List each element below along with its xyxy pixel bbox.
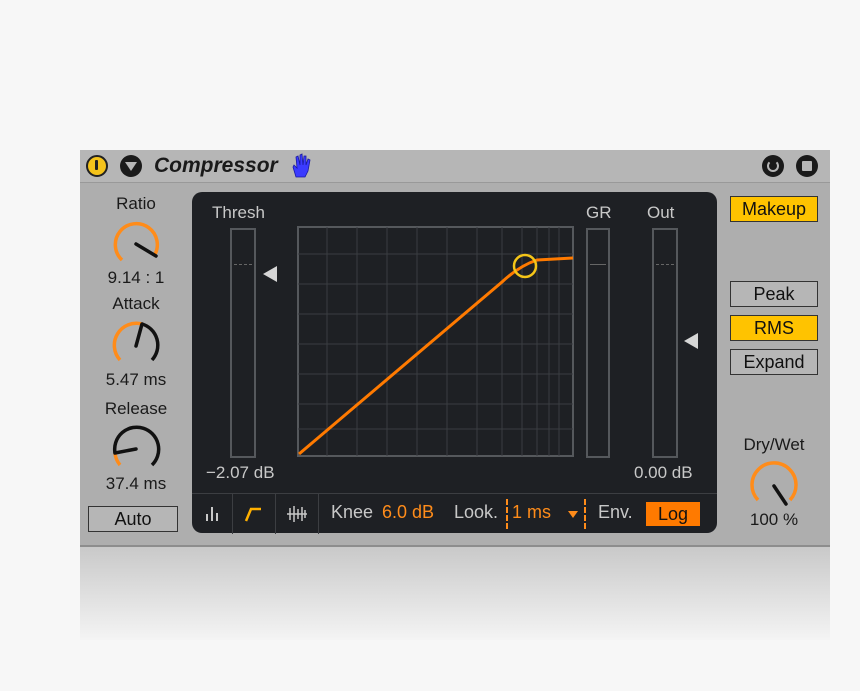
lookahead-dropdown[interactable]: 1 ms: [506, 499, 586, 529]
envelope-log-button[interactable]: Log: [646, 502, 700, 526]
lookahead-value: 1 ms: [512, 502, 552, 522]
ratio-label: Ratio: [116, 194, 156, 213]
hand-icon: [292, 153, 311, 178]
chevron-down-icon: [568, 511, 578, 518]
display-bottom-bar: Knee 6.0 dB Look. 1 ms Env. Log: [192, 493, 717, 534]
drywet-value: 100 %: [749, 510, 799, 529]
device-shadow: [80, 545, 830, 640]
transfer-curve-graph[interactable]: [297, 226, 577, 458]
expand-button[interactable]: Expand: [730, 349, 818, 375]
lookahead-label: Look.: [454, 502, 499, 522]
hotswap-icon[interactable]: [762, 155, 784, 177]
makeup-button[interactable]: Makeup: [730, 196, 818, 222]
compressor-device: Compressor Ratio 9.14 : 1 Attack 5.47 ms…: [80, 150, 830, 547]
output-gain-slider-handle[interactable]: [684, 333, 698, 349]
attack-knob[interactable]: [106, 316, 166, 368]
transfer-curve-icon[interactable]: [233, 494, 276, 534]
gr-label: GR: [586, 203, 612, 222]
device-titlebar: Compressor: [80, 150, 830, 183]
threshold-value[interactable]: −2.07 dB: [206, 463, 275, 483]
peak-button[interactable]: Peak: [730, 281, 818, 307]
knee-value[interactable]: 6.0 dB: [382, 502, 434, 523]
gain-reduction-meter: [586, 228, 610, 458]
ratio-value: 9.14 : 1: [107, 268, 165, 287]
drywet-knob[interactable]: [744, 456, 804, 508]
envelope-label: Env.: [598, 502, 633, 522]
save-icon[interactable]: [796, 155, 818, 177]
rms-button[interactable]: RMS: [730, 315, 818, 341]
activity-view-icon[interactable]: [192, 494, 233, 534]
out-label: Out: [647, 203, 675, 222]
compressor-display: Thresh GR Out −2.07 dB 0.00 dB Knee 6.0 …: [192, 192, 717, 534]
waveform-view-icon[interactable]: [276, 494, 319, 534]
thresh-label: Thresh: [212, 203, 265, 222]
power-icon[interactable]: [86, 155, 108, 177]
threshold-slider-handle[interactable]: [263, 266, 277, 282]
release-value: 37.4 ms: [105, 474, 167, 493]
release-knob[interactable]: [106, 421, 166, 473]
ratio-knob[interactable]: [106, 216, 166, 268]
drywet-label: Dry/Wet: [743, 435, 805, 454]
attack-label: Attack: [112, 294, 160, 313]
release-label: Release: [104, 399, 168, 418]
output-gain-value[interactable]: 0.00 dB: [634, 463, 693, 483]
knee-label: Knee: [331, 502, 374, 522]
attack-value: 5.47 ms: [105, 370, 167, 389]
device-title: Compressor: [154, 154, 278, 177]
auto-release-button[interactable]: Auto: [88, 506, 178, 532]
fold-icon[interactable]: [120, 155, 142, 177]
output-meter: [652, 228, 678, 458]
input-meter: [230, 228, 256, 458]
